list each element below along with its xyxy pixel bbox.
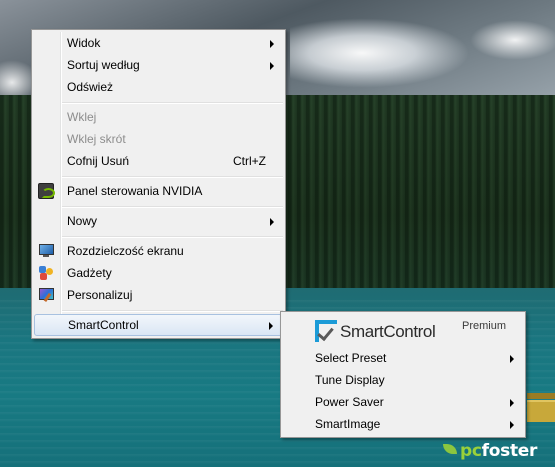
menu-item-screen-resolution[interactable]: Rozdzielczość ekranu — [34, 240, 283, 262]
menu-separator — [62, 102, 283, 104]
menu-item-label: SmartImage — [315, 417, 381, 431]
submenu-arrow-icon — [270, 62, 274, 70]
leaf-icon — [443, 444, 457, 454]
menu-item-label: Wklej skrót — [67, 132, 126, 146]
menu-item-label: SmartControl — [68, 318, 139, 332]
nvidia-icon — [38, 183, 55, 199]
submenu-arrow-icon — [270, 218, 274, 226]
menu-item-gadgets[interactable]: Gadżety — [34, 262, 283, 284]
smartcontrol-logo-icon — [315, 320, 337, 342]
menu-item-label: Odśwież — [67, 80, 114, 94]
menu-item-label: Cofnij Usuń — [67, 154, 130, 168]
gadgets-icon — [38, 265, 54, 281]
menu-item-paste-shortcut: Wklej skrót — [34, 128, 283, 150]
personalize-icon — [38, 287, 54, 303]
submenu-arrow-icon — [510, 399, 514, 407]
menu-item-personalize[interactable]: Personalizuj — [34, 284, 283, 306]
menu-separator — [62, 236, 283, 238]
menu-separator — [62, 176, 283, 178]
menu-item-undo-delete[interactable]: Cofnij Usuń Ctrl+Z — [34, 150, 283, 172]
menu-item-label: Wklej — [67, 110, 97, 124]
menu-item-label: Select Preset — [315, 351, 387, 365]
monitor-icon — [38, 243, 54, 259]
menu-separator — [62, 310, 283, 312]
submenu-arrow-icon — [269, 322, 273, 330]
menu-item-label: Nowy — [67, 214, 98, 228]
menu-item-label: Sortuj według — [67, 58, 140, 72]
menu-item-tune-display[interactable]: Tune Display — [283, 369, 523, 391]
pcfoster-watermark: pcfoster — [443, 441, 537, 461]
menu-item-power-saver[interactable]: Power Saver — [283, 391, 523, 413]
snow-patch — [470, 20, 555, 60]
menu-item-sort-by[interactable]: Sortuj według — [34, 54, 283, 76]
brand-tier: Premium — [462, 320, 507, 332]
menu-item-label: Widok — [67, 36, 101, 50]
dock — [527, 393, 555, 399]
watermark-rest: foster — [481, 441, 538, 461]
menu-item-nvidia-control-panel[interactable]: Panel sterowania NVIDIA — [34, 180, 283, 202]
desktop-context-menu: Widok Sortuj według Odśwież Wklej Wklej … — [31, 29, 286, 339]
submenu-arrow-icon — [510, 355, 514, 363]
keyboard-shortcut: Ctrl+Z — [233, 154, 266, 168]
menu-item-smartcontrol[interactable]: SmartControl — [34, 314, 283, 336]
menu-item-label: Power Saver — [315, 395, 384, 409]
brand-name: SmartControl — [340, 322, 436, 341]
menu-item-label: Gadżety — [67, 266, 112, 280]
submenu-arrow-icon — [510, 421, 514, 429]
snow-patch — [290, 18, 470, 88]
menu-item-label: Personalizuj — [67, 288, 133, 302]
smartcontrol-submenu: SmartControl Premium Select Preset Tune … — [280, 311, 526, 438]
menu-item-smartimage[interactable]: SmartImage — [283, 413, 523, 435]
menu-item-paste: Wklej — [34, 106, 283, 128]
menu-separator — [62, 206, 283, 208]
menu-item-new[interactable]: Nowy — [34, 210, 283, 232]
dock — [527, 400, 555, 422]
smartcontrol-logo: SmartControl Premium — [315, 319, 515, 345]
submenu-arrow-icon — [270, 40, 274, 48]
watermark-prefix: pc — [460, 441, 482, 461]
menu-item-select-preset[interactable]: Select Preset — [283, 347, 523, 369]
menu-item-label: Rozdzielczość ekranu — [67, 244, 184, 258]
menu-item-view[interactable]: Widok — [34, 32, 283, 54]
menu-item-label: Tune Display — [315, 373, 385, 387]
menu-item-refresh[interactable]: Odśwież — [34, 76, 283, 98]
menu-item-label: Panel sterowania NVIDIA — [67, 184, 203, 198]
